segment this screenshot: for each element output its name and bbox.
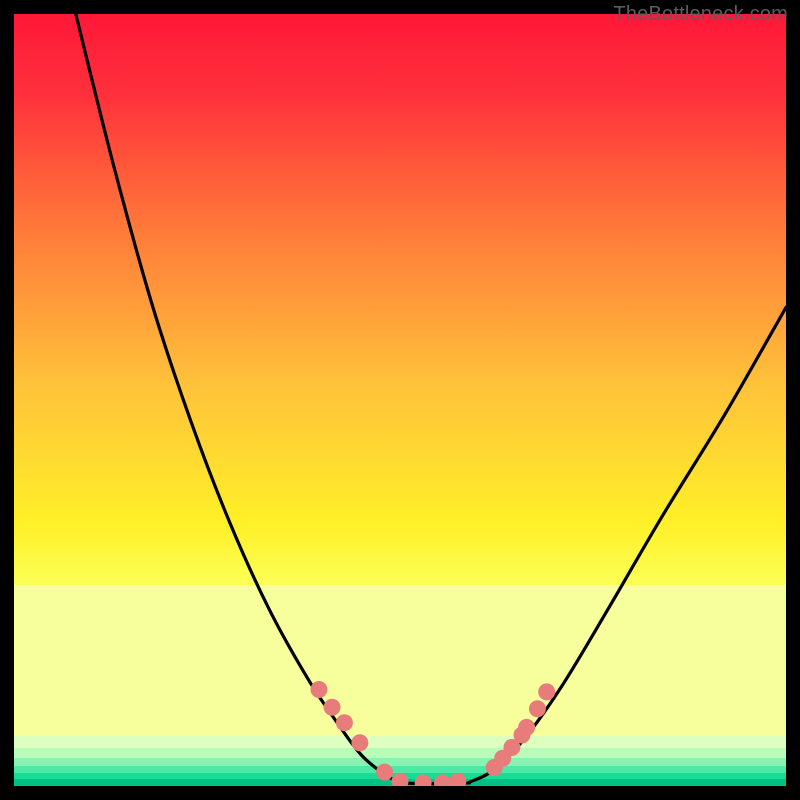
data-marker (376, 764, 393, 781)
watermark-text: TheBottleneck.com (613, 3, 788, 26)
chart-frame (14, 14, 786, 786)
data-marker (538, 683, 555, 700)
data-marker (310, 681, 327, 698)
bottleneck-chart (14, 14, 786, 786)
data-marker (529, 700, 546, 717)
data-marker (518, 719, 535, 736)
bottom-green-bands (14, 585, 786, 786)
data-marker (336, 714, 353, 731)
data-marker (351, 734, 368, 751)
data-marker (324, 699, 341, 716)
